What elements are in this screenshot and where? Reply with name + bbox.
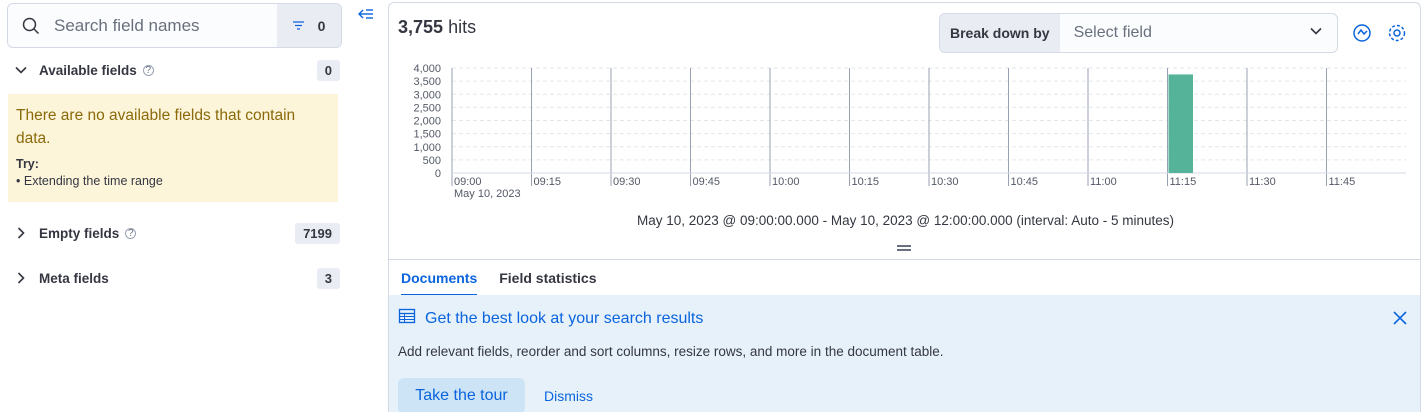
results-panel: 3,755 hits Break down by Select field 05…	[388, 2, 1421, 412]
dismiss-link[interactable]: Dismiss	[544, 388, 593, 404]
breakdown-placeholder: Select field	[1073, 24, 1152, 41]
y-tick-label: 4,000	[413, 63, 441, 75]
chevron-right-icon	[10, 271, 32, 285]
resize-handle[interactable]	[897, 245, 911, 251]
tab-documents[interactable]: Documents	[401, 260, 478, 296]
help-icon[interactable]: ?	[142, 64, 154, 76]
x-tick-label: 09:45	[693, 176, 721, 188]
breakdown-label: Break down by	[940, 14, 1060, 52]
callout-message: There are no available fields that conta…	[16, 107, 296, 147]
tour-description: Add relevant fields, reorder and sort co…	[398, 344, 944, 359]
y-tick-label: 500	[423, 155, 441, 167]
discover-app: 0 Available fields ? 0 There are no avai…	[0, 0, 1425, 412]
hits-count: 3,755	[398, 17, 444, 37]
empty-fields-toggle[interactable]: Empty fields ? 7199	[10, 220, 340, 246]
hits-label: hits	[448, 17, 477, 37]
available-fields-title: Available fields	[39, 62, 137, 78]
y-tick-label: 3,000	[413, 89, 441, 101]
field-filter-button[interactable]: 0	[277, 4, 341, 47]
callout-try-label: Try:	[16, 157, 39, 171]
view-tabs: Documents Field statistics	[389, 259, 1420, 296]
filter-icon	[292, 18, 304, 33]
search-field-names-input[interactable]	[54, 15, 277, 36]
table-icon	[398, 307, 416, 330]
y-tick-label: 3,500	[413, 76, 441, 88]
tour-header: Get the best look at your search results	[398, 307, 703, 330]
search-icon	[8, 17, 54, 35]
breakdown-field-dropdown[interactable]: Select field	[1060, 14, 1337, 52]
x-tick-label: 10:15	[852, 176, 880, 188]
close-icon[interactable]	[1393, 311, 1407, 325]
take-tour-button[interactable]: Take the tour	[398, 378, 525, 412]
y-tick-label: 1,000	[413, 142, 441, 154]
histogram-bar	[1168, 74, 1193, 173]
suggestion-item: Extending the time range	[16, 174, 330, 188]
meta-fields-count: 3	[316, 267, 340, 289]
breakdown-select[interactable]: Break down by Select field	[939, 13, 1338, 53]
collapse-sidebar-icon[interactable]	[357, 6, 375, 24]
meta-fields-title: Meta fields	[39, 270, 109, 286]
histogram-chart: 05001,0001,5002,000 2,5003,0003,5004,000 0…	[413, 63, 1406, 200]
gear-icon[interactable]	[1386, 22, 1408, 44]
chart-options-icon[interactable]	[1351, 22, 1373, 44]
field-list-sidebar: 0 Available fields ? 0 There are no avai…	[0, 0, 350, 412]
x-tick-label: 11:00	[1090, 176, 1117, 188]
chevron-down-icon	[1309, 24, 1323, 43]
suggestion-list: Extending the time range	[16, 174, 330, 188]
x-tick-label: 09:15	[534, 176, 562, 188]
tour-callout: Get the best look at your search results…	[389, 295, 1420, 412]
available-fields-toggle[interactable]: Available fields ? 0	[10, 57, 340, 83]
hits-counter: 3,755 hits	[398, 17, 476, 38]
meta-fields-toggle[interactable]: Meta fields 3	[10, 265, 340, 291]
available-fields-count: 0	[316, 59, 340, 81]
x-tick-label: 10:45	[1011, 176, 1039, 188]
x-tick-label: 11:30	[1249, 176, 1276, 188]
y-tick-label: 1,500	[413, 129, 441, 141]
x-tick-label: 11:45	[1329, 176, 1356, 188]
tour-title: Get the best look at your search results	[425, 309, 704, 327]
x-tick-label: 09:30	[613, 176, 641, 188]
x-tick-label: 10:30	[931, 176, 959, 188]
no-fields-callout: There are no available fields that conta…	[8, 94, 338, 202]
tab-field-statistics[interactable]: Field statistics	[499, 260, 596, 296]
chevron-down-icon	[10, 63, 32, 77]
chevron-right-icon	[10, 226, 32, 240]
x-tick-label: 09:00	[454, 176, 482, 188]
x-sublabel: May 10, 2023	[454, 188, 521, 200]
interval-text: May 10, 2023 @ 09:00:00.000 - May 10, 20…	[637, 213, 1174, 228]
help-icon[interactable]: ?	[125, 227, 137, 239]
x-tick-label: 11:15	[1170, 176, 1197, 188]
x-tick-label: 10:00	[772, 176, 800, 188]
empty-fields-title: Empty fields	[39, 225, 120, 241]
y-tick-label: 0	[435, 168, 441, 180]
y-tick-label: 2,000	[413, 116, 441, 128]
empty-fields-count: 7199	[295, 222, 340, 244]
y-tick-label: 2,500	[413, 102, 441, 114]
filter-count: 0	[317, 17, 326, 34]
field-search: 0	[7, 3, 342, 48]
